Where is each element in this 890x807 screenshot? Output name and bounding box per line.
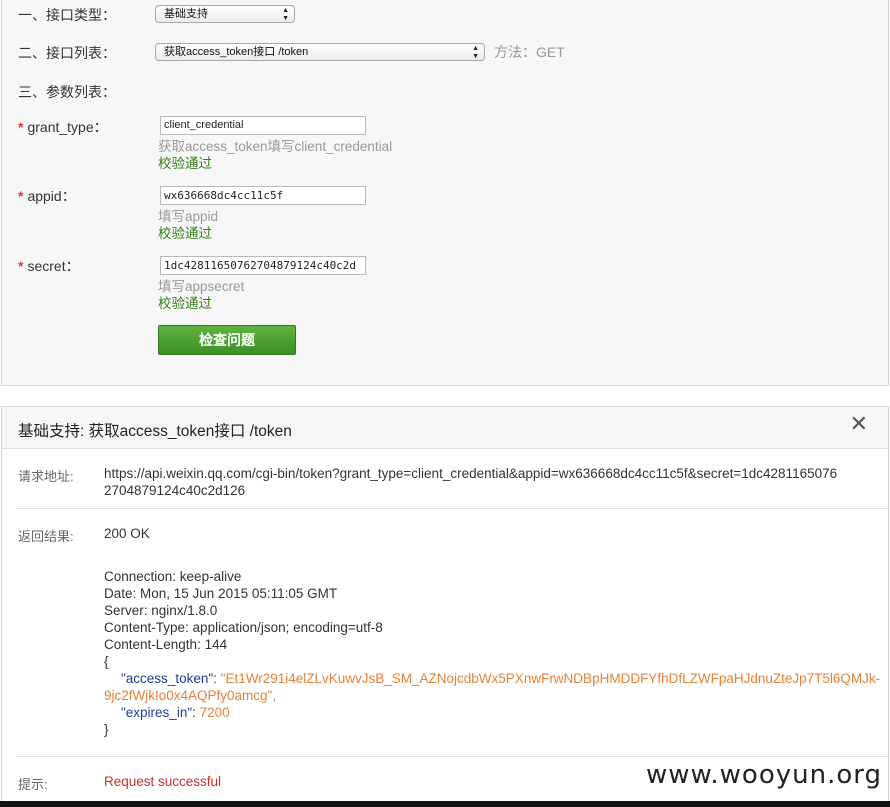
- debug-form-panel: 一、接口类型： 基础支持 ▲ ▼ 二、接口列表： 获取access_token接口…: [1, 0, 889, 386]
- header-line: Content-Length: 144: [104, 637, 228, 652]
- tip-label: 提示:: [18, 777, 48, 792]
- required-mark: *: [18, 188, 24, 204]
- close-icon[interactable]: ✕: [850, 411, 868, 437]
- return-label: 返回结果:: [18, 529, 74, 544]
- status-line: 200 OK: [104, 526, 150, 541]
- watermark: www.wooyun.org: [645, 760, 882, 790]
- param-label-secret: * secret：: [18, 258, 80, 274]
- api-list-label: 二、接口列表：: [18, 45, 116, 61]
- required-mark: *: [18, 258, 24, 274]
- params-label: 三、参数列表：: [18, 84, 116, 100]
- appid-status: 校验通过: [158, 226, 212, 241]
- param-label-appid: * appid：: [18, 188, 76, 204]
- json-access-token: "access_token": "Et1Wr291i4elZLvKuwvJsB_…: [121, 671, 881, 686]
- header-line: Date: Mon, 15 Jun 2015 05:11:05 GMT: [104, 586, 338, 601]
- secret-input[interactable]: 1dc42811650762704879124c40c2d: [160, 256, 366, 275]
- divider: [16, 508, 888, 509]
- response-body: Connection: keep-alive Date: Mon, 15 Jun…: [104, 568, 884, 738]
- json-open: {: [104, 654, 109, 669]
- url-label: 请求地址:: [18, 469, 74, 484]
- json-access-token-cont: 9jc2fWjkIo0x4AQPfy0amcg",: [104, 688, 277, 703]
- check-button[interactable]: 检查问题: [158, 325, 296, 355]
- tip-text: Request successful: [104, 774, 222, 789]
- api-type-value: 基础支持: [164, 8, 208, 20]
- required-mark: *: [18, 119, 24, 135]
- result-header: 基础支持: 获取access_token接口 /token ✕: [2, 407, 888, 449]
- param-label-grant-type: * grant_type：: [18, 119, 108, 135]
- api-type-select[interactable]: 基础支持 ▲ ▼: [155, 5, 295, 23]
- header-line: Connection: keep-alive: [104, 569, 242, 584]
- grant-type-input[interactable]: client_credential: [160, 116, 366, 135]
- header-line: Content-Type: application/json; encoding…: [104, 620, 383, 635]
- header-line: Server: nginx/1.8.0: [104, 603, 218, 618]
- select-arrows-icon: ▲ ▼: [282, 7, 289, 22]
- result-panel: 基础支持: 获取access_token接口 /token ✕ 请求地址: ht…: [1, 406, 889, 807]
- method-text: 方法：GET: [494, 44, 565, 60]
- divider: [16, 756, 888, 757]
- appid-input[interactable]: wx636668dc4cc11c5f: [160, 186, 366, 205]
- json-close: }: [104, 722, 109, 737]
- result-title: 基础支持: 获取access_token接口 /token: [18, 423, 292, 440]
- secret-status: 校验通过: [158, 296, 212, 311]
- api-type-label: 一、接口类型：: [18, 7, 116, 23]
- request-url: https://api.weixin.qq.com/cgi-bin/token?…: [104, 466, 838, 498]
- bottom-bar: [0, 801, 890, 807]
- grant-type-status: 校验通过: [158, 156, 212, 171]
- api-list-value: 获取access_token接口 /token: [164, 46, 309, 58]
- select-arrows-icon: ▲ ▼: [472, 45, 479, 60]
- api-list-select[interactable]: 获取access_token接口 /token ▲ ▼: [155, 43, 485, 61]
- json-expires-in: "expires_in": 7200: [121, 705, 230, 720]
